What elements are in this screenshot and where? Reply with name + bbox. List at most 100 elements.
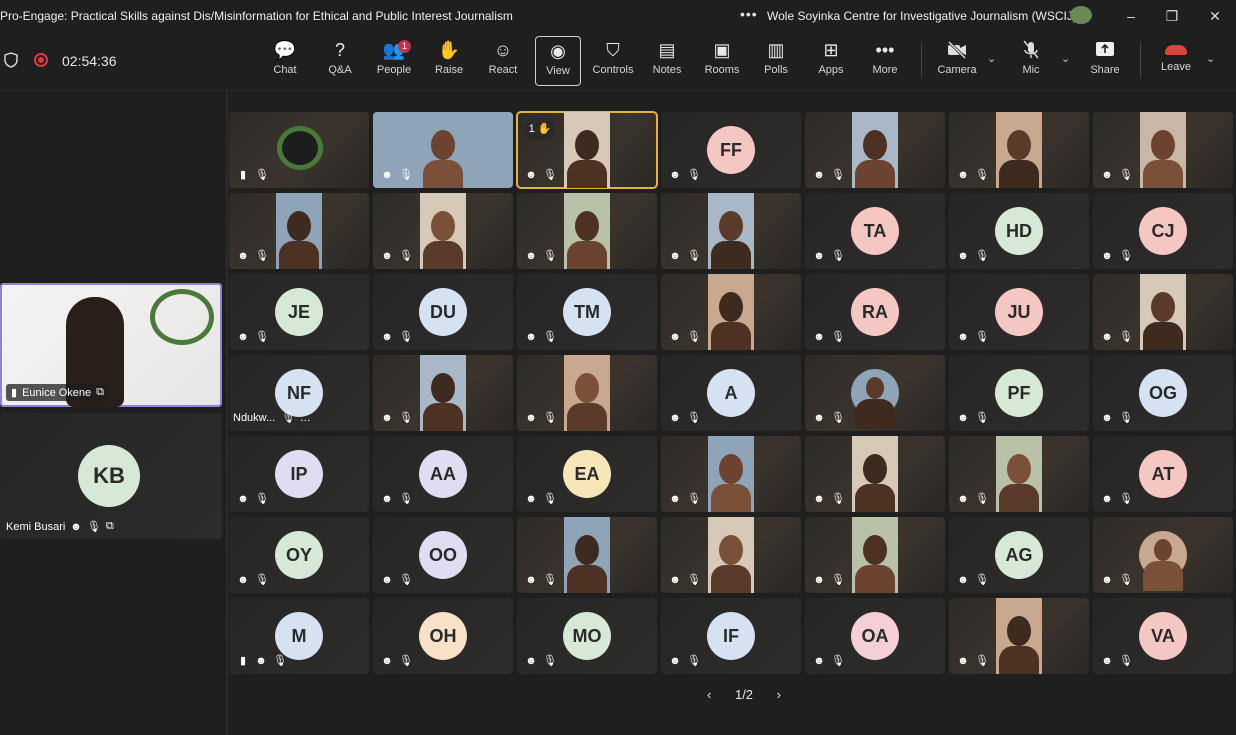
participant-grid: ▮ 🎙 ☻ 🎙 1 ✋ ☻ 🎙 FF ☻ 🎙 ☻ 🎙 ☻ 🎙 ☻ 🎙 ☻ 🎙 ☻ 🎙 ☻ 🎙 ☻ 🎙 TA ☻ 🎙 HD ☻ 🎙 CJ ☻ 🎙 J…	[228, 91, 1236, 735]
mic-off-icon: 🎙	[687, 412, 701, 424]
participant-tile[interactable]: EA ☻ 🎙	[517, 436, 657, 512]
mic-options-chevron-icon[interactable]: ⌄	[1061, 52, 1070, 65]
participant-tile[interactable]: ☻ 🎙	[661, 193, 801, 269]
participant-face	[719, 454, 743, 484]
spotlight-video-tile[interactable]: ▮ Eunice Okene ⧉	[0, 283, 222, 407]
participant-tile[interactable]: AA ☻ 🎙	[373, 436, 513, 512]
leave-button[interactable]: Leave	[1155, 36, 1197, 86]
toolbar-more-button[interactable]: ••• More	[865, 36, 905, 86]
participant-tile-kemi-busari[interactable]: KB Kemi Busari ☻ 🎙 ⧉	[0, 413, 222, 539]
participant-tile[interactable]: ☻ 🎙	[373, 112, 513, 188]
participant-tile[interactable]: AT ☻ 🎙	[1093, 436, 1233, 512]
participant-tile[interactable]: PF ☻ 🎙	[949, 355, 1089, 431]
participant-tile[interactable]: ☻ 🎙	[661, 436, 801, 512]
participant-tile[interactable]: IP ☻ 🎙	[229, 436, 369, 512]
participant-tile[interactable]: OG ☻ 🎙	[1093, 355, 1233, 431]
participant-tile[interactable]: FF ☻ 🎙	[661, 112, 801, 188]
participant-tile[interactable]: ☻ 🎙	[661, 274, 801, 350]
reaction-icon: ☻	[1101, 331, 1113, 343]
participant-tile[interactable]: IF ☻ 🎙	[661, 598, 801, 674]
toolbar-controls-button[interactable]: ⛉ Controls	[590, 36, 636, 86]
restore-button[interactable]: ❐	[1162, 6, 1182, 26]
toolbar-button-label: People	[376, 64, 412, 76]
participant-avatar: MO	[563, 612, 611, 660]
participant-tile[interactable]: ☻ 🎙	[805, 112, 945, 188]
participant-tile[interactable]: ☻ 🎙	[661, 517, 801, 593]
participant-status-icons: ▮ ☻ 🎙	[237, 655, 287, 667]
participant-face	[575, 211, 599, 241]
participant-tile[interactable]: ☻ 🎙	[229, 193, 369, 269]
next-page-icon[interactable]: ›	[777, 687, 781, 702]
participant-tile[interactable]: OH ☻ 🎙	[373, 598, 513, 674]
title-more-icon[interactable]: •••	[740, 6, 758, 22]
participant-video	[420, 193, 466, 269]
participant-face	[863, 454, 887, 484]
participant-body	[567, 160, 607, 188]
camera-options-chevron-icon[interactable]: ⌄	[987, 52, 996, 65]
participant-tile[interactable]: ☻ 🎙	[1093, 517, 1233, 593]
participant-tile[interactable]: TM ☻ 🎙	[517, 274, 657, 350]
participant-status-icons: ☻ 🎙	[813, 655, 845, 667]
participant-tile[interactable]: ☻ 🎙	[949, 112, 1089, 188]
toolbar-apps-button[interactable]: ⊞ Apps	[811, 36, 851, 86]
participant-tile[interactable]: ☻ 🎙	[517, 193, 657, 269]
spotlight-name: Eunice Okene	[22, 386, 92, 399]
toolbar-rooms-button[interactable]: ▣ Rooms	[701, 36, 743, 86]
toolbar-people-button[interactable]: 👥 People 1	[373, 36, 415, 86]
participant-tile[interactable]: ☻ 🎙	[373, 355, 513, 431]
toolbar-notes-button[interactable]: ▤ Notes	[647, 36, 687, 86]
toolbar-raise-button[interactable]: ✋ Raise	[429, 36, 469, 86]
participant-tile[interactable]: VA ☻ 🎙	[1093, 598, 1233, 674]
participant-tile[interactable]: M ▮ ☻ 🎙	[229, 598, 369, 674]
participant-tile[interactable]: ☻ 🎙	[517, 355, 657, 431]
participant-tile[interactable]: TA ☻ 🎙	[805, 193, 945, 269]
participant-tile[interactable]: ☻ 🎙	[1093, 112, 1233, 188]
participant-tile[interactable]: OO ☻ 🎙	[373, 517, 513, 593]
participant-tile[interactable]: ▮ 🎙	[229, 112, 369, 188]
participant-avatar: AT	[1139, 450, 1187, 498]
participant-tile[interactable]: ☻ 🎙	[805, 517, 945, 593]
reaction-icon: ☻	[1101, 169, 1113, 181]
participant-tile[interactable]: ☻ 🎙	[373, 193, 513, 269]
participant-tile[interactable]: MO ☻ 🎙	[517, 598, 657, 674]
toolbar-react-button[interactable]: ☺ React	[483, 36, 523, 86]
participant-tile[interactable]: AG ☻ 🎙	[949, 517, 1089, 593]
participant-tile[interactable]: OY ☻ 🎙	[229, 517, 369, 593]
participant-avatar: PF	[995, 369, 1043, 417]
mic-off-icon: 🎙	[399, 574, 413, 586]
toolbar-view-button[interactable]: ◉ View	[535, 36, 581, 86]
toolbar-qa-button[interactable]: ? Q&A	[320, 36, 360, 86]
camera-button[interactable]: Camera	[934, 36, 980, 86]
participant-tile[interactable]: A ☻ 🎙	[661, 355, 801, 431]
participant-face	[287, 211, 311, 241]
leave-options-chevron-icon[interactable]: ⌄	[1206, 52, 1215, 65]
previous-page-icon[interactable]: ‹	[707, 687, 711, 702]
participant-tile[interactable]: ☻ 🎙	[805, 355, 945, 431]
toolbar-button-label: React	[488, 64, 518, 76]
mic-button[interactable]: Mic	[1010, 36, 1052, 86]
participant-tile[interactable]: ☻ 🎙	[805, 436, 945, 512]
participant-tile[interactable]: HD ☻ 🎙	[949, 193, 1089, 269]
participant-tile[interactable]: NF Ndukw... 🎙…	[229, 355, 369, 431]
participant-tile[interactable]: JE ☻ 🎙	[229, 274, 369, 350]
toolbar-chat-button[interactable]: 💬 Chat	[265, 36, 305, 86]
more-icon: …	[299, 412, 311, 424]
toolbar-polls-button[interactable]: ▥ Polls	[756, 36, 796, 86]
share-button[interactable]: Share	[1085, 36, 1125, 86]
participant-status-icons: ☻ 🎙	[1101, 493, 1133, 505]
participant-status-icons: ☻ 🎙	[1101, 655, 1133, 667]
participant-tile[interactable]: ☻ 🎙	[949, 436, 1089, 512]
participant-body	[567, 565, 607, 593]
participant-tile[interactable]: 1 ✋ ☻ 🎙	[516, 111, 658, 189]
participant-tile[interactable]: CJ ☻ 🎙	[1093, 193, 1233, 269]
participant-tile[interactable]: ☻ 🎙	[1093, 274, 1233, 350]
participant-tile[interactable]: RA ☻ 🎙	[805, 274, 945, 350]
participant-tile[interactable]: ☻ 🎙	[949, 598, 1089, 674]
participant-avatar: FF	[707, 126, 755, 174]
participant-tile[interactable]: JU ☻ 🎙	[949, 274, 1089, 350]
minimize-button[interactable]: –	[1121, 6, 1141, 26]
participant-tile[interactable]: ☻ 🎙	[517, 517, 657, 593]
participant-tile[interactable]: OA ☻ 🎙	[805, 598, 945, 674]
close-button[interactable]: ✕	[1205, 6, 1225, 26]
participant-tile[interactable]: DU ☻ 🎙	[373, 274, 513, 350]
